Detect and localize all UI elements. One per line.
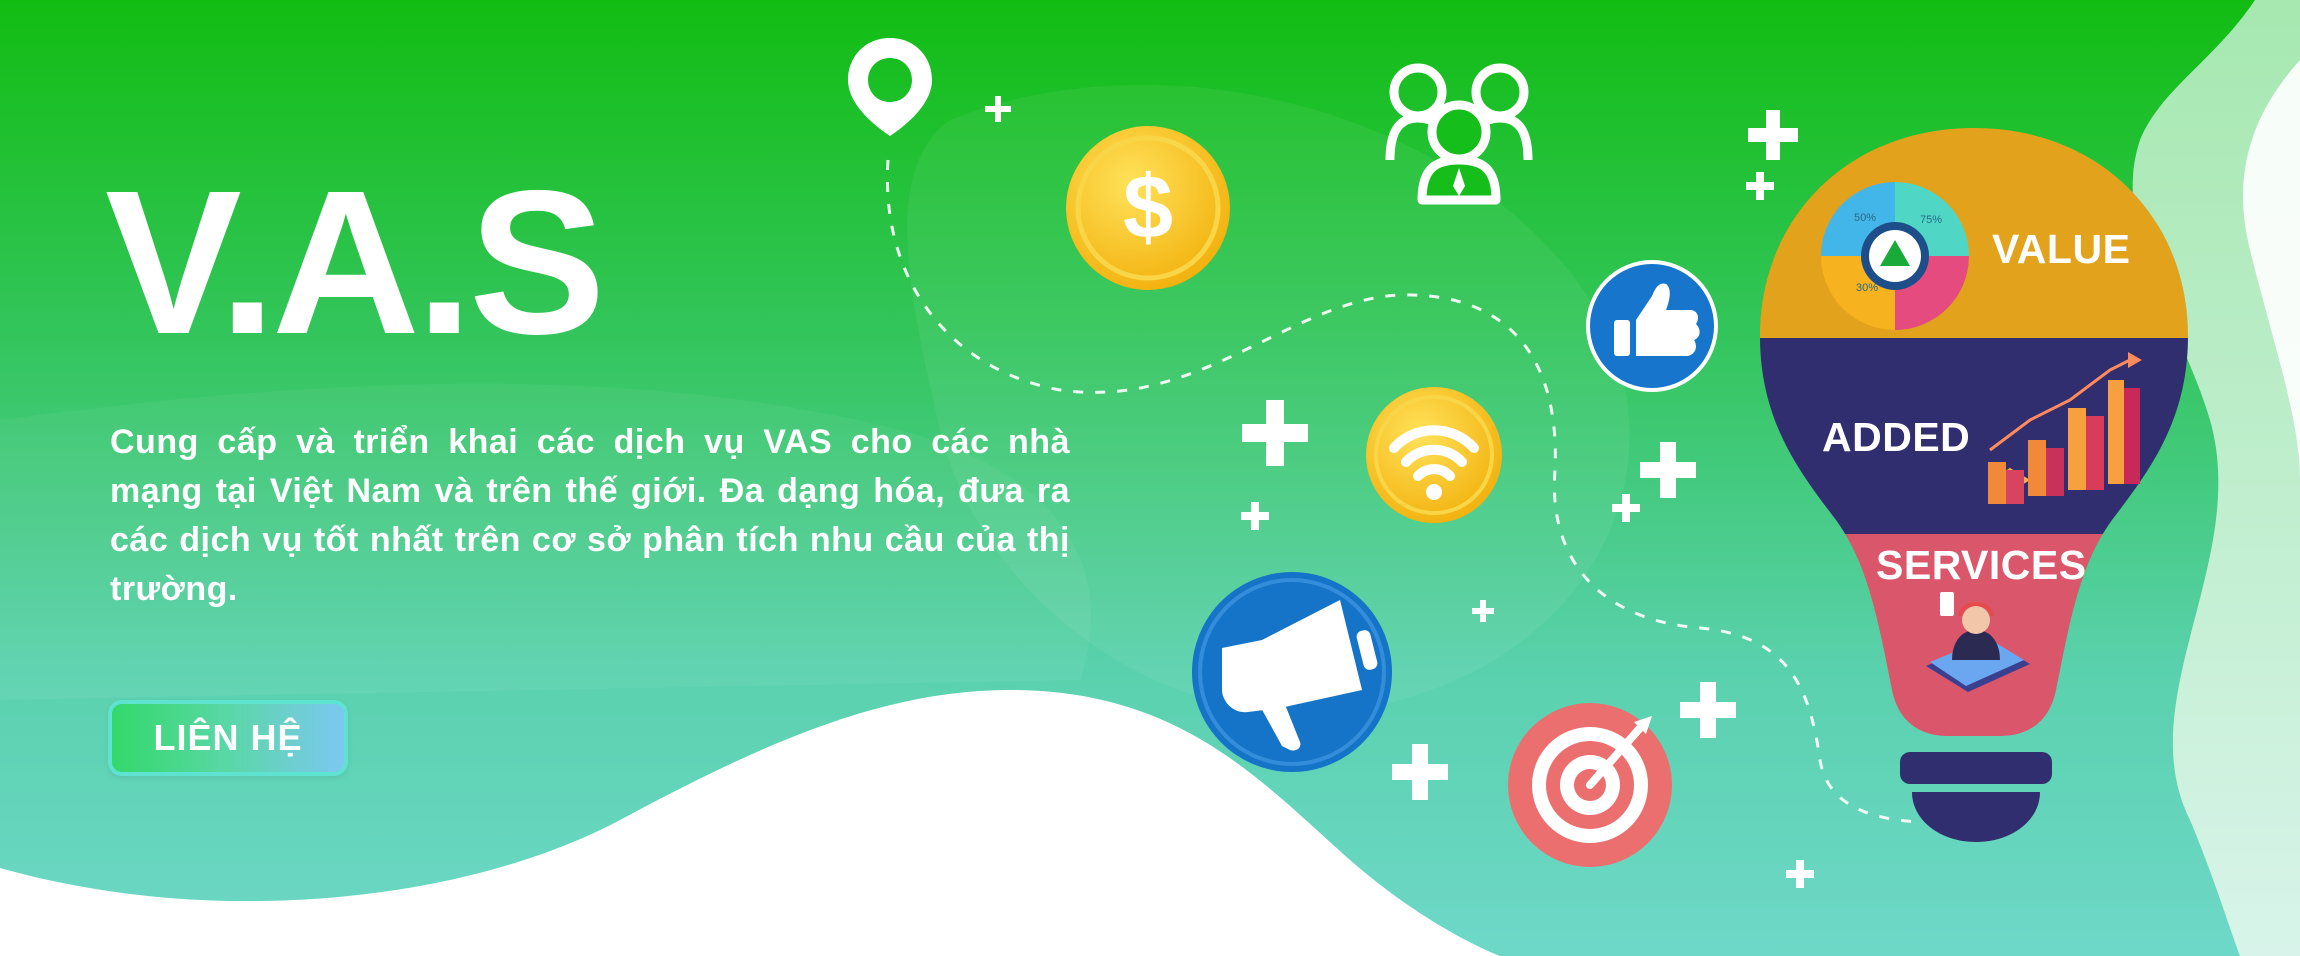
contact-button[interactable]: LIÊN HỆ [108,700,348,776]
hero-description: Cung cấp và triển khai các dịch vụ VAS c… [110,423,1070,608]
bulb-value-label: VALUE [1992,226,2131,272]
megaphone-icon [1192,572,1392,772]
pie-chart-icon [1821,182,1969,330]
lightbulb-icon [1760,128,2188,842]
bulb-added-label: ADDED [1822,414,1971,460]
target-icon [1508,703,1672,867]
pie-label: 50% [1854,212,1877,224]
wifi-icon [1366,387,1502,523]
pie-label: 30% [1856,282,1879,294]
location-pin-icon [848,38,932,136]
svg-text:$: $ [1123,158,1173,258]
thumbs-up-icon [1586,260,1718,392]
pie-label: 75% [1920,214,1943,226]
dollar-coin-icon: $ [1066,126,1230,290]
hero-banner: $ V.A.S Cung cấp và triển khai các dịch … [0,0,2300,956]
hero-title: V.A.S [105,148,606,377]
team-icon [1385,63,1533,205]
bulb-services-label: SERVICES [1876,542,2087,588]
